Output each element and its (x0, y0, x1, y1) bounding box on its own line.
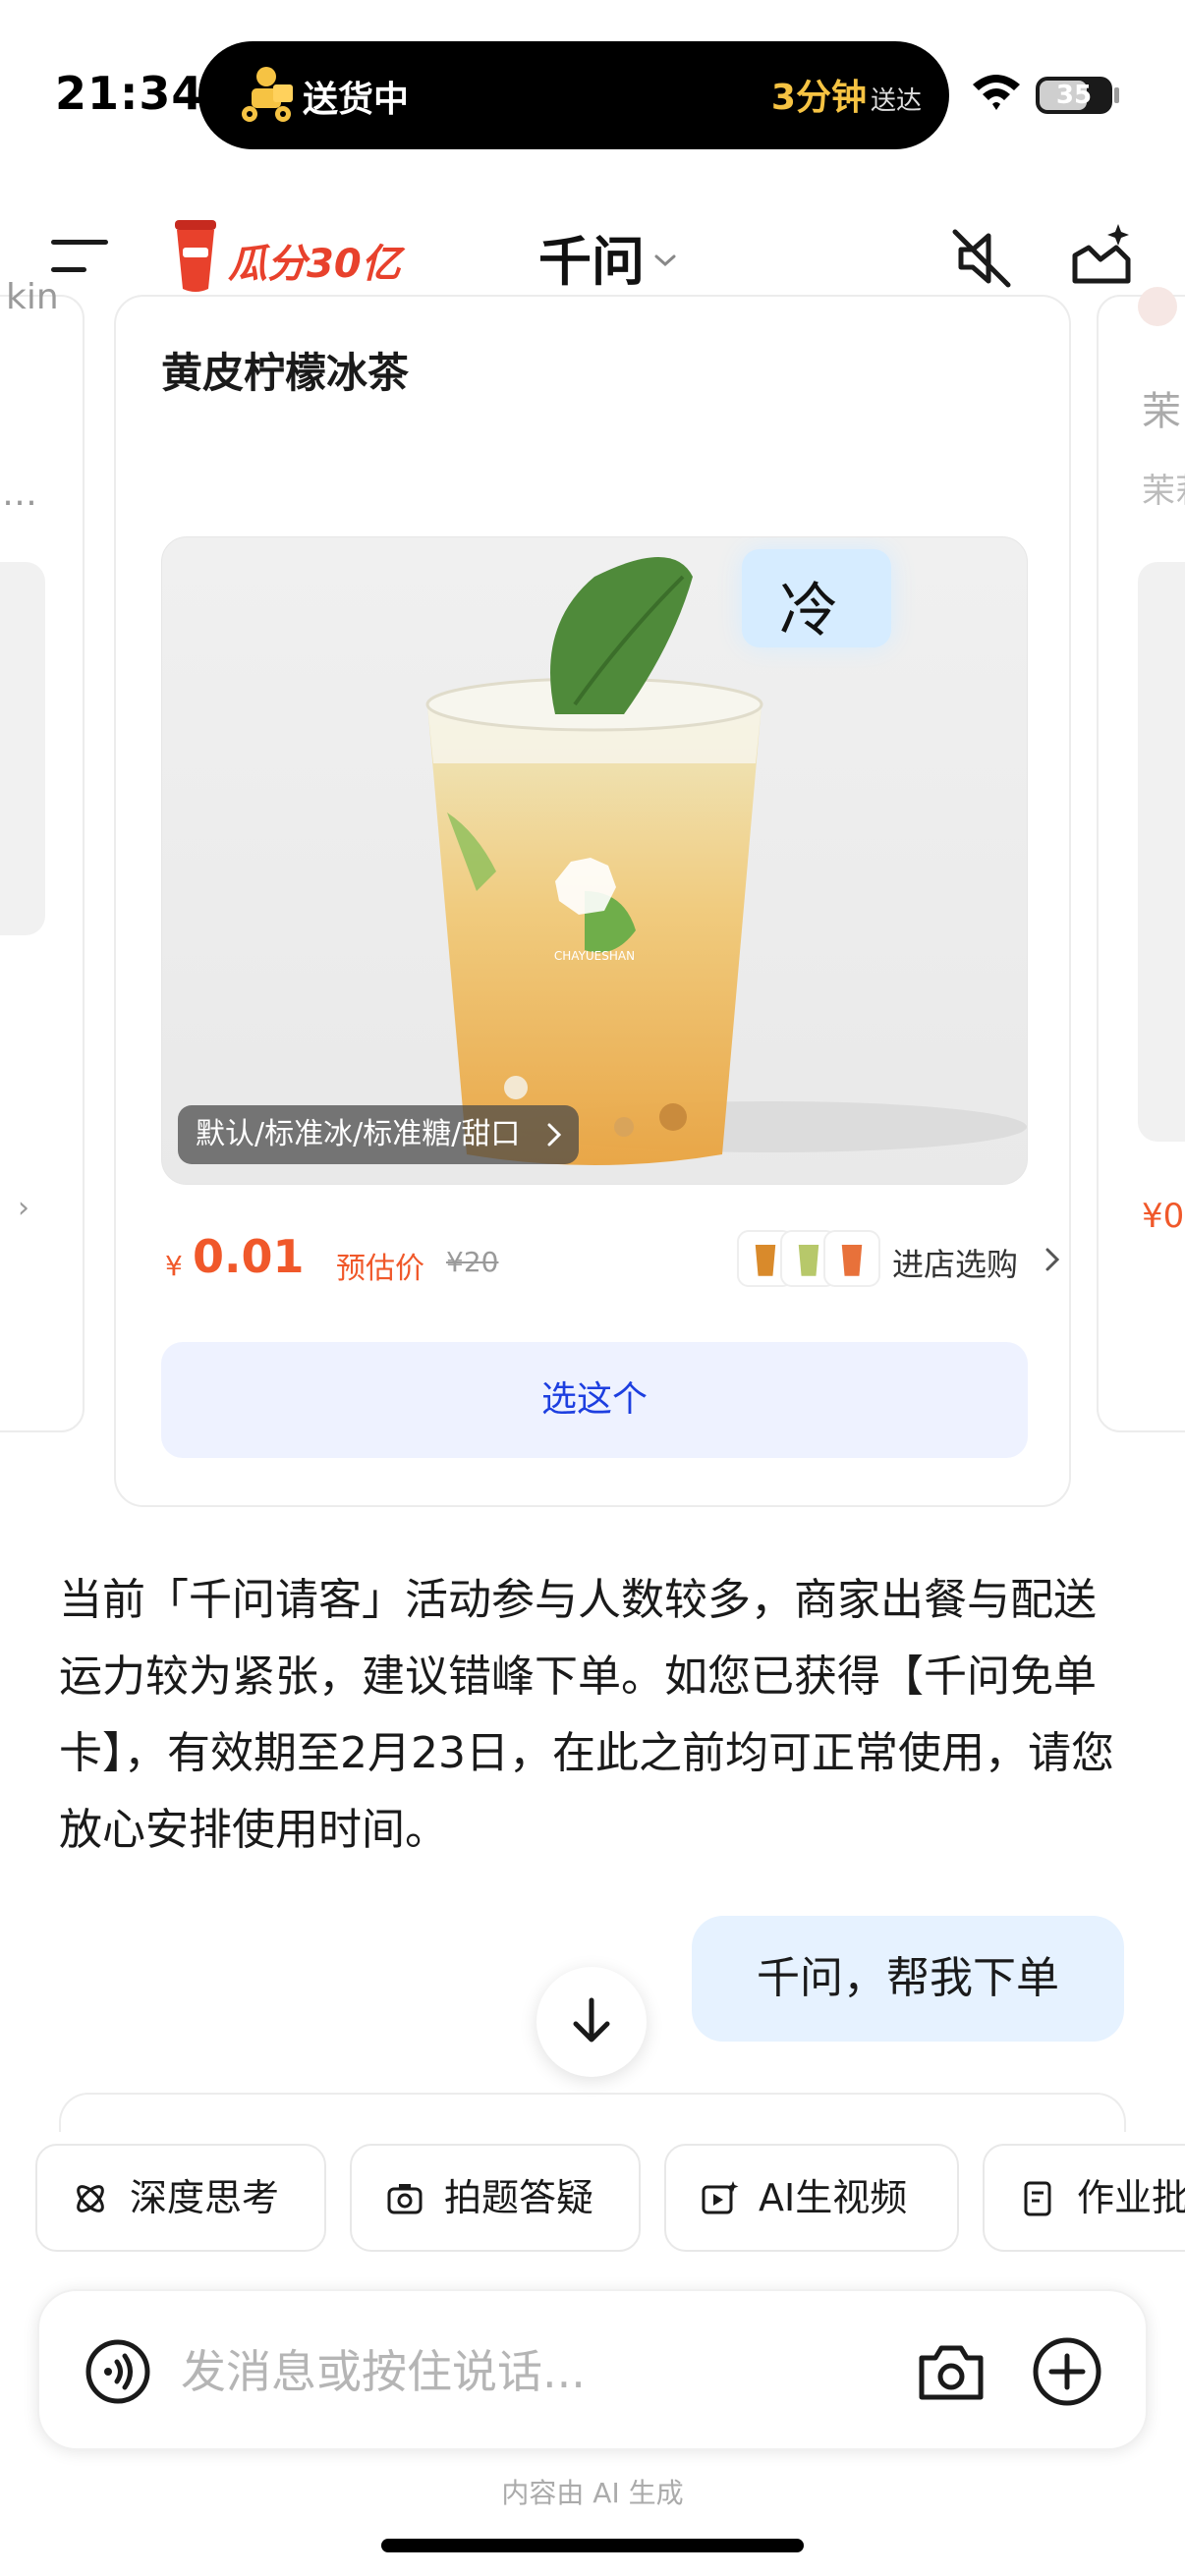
voice-icon[interactable] (85, 2338, 151, 2405)
prev-product-card[interactable]: kin … › (0, 277, 85, 1432)
island-eta-value: 3分钟 (770, 78, 867, 118)
next-card-title: 茉 (1142, 389, 1181, 434)
quick-action-bar: 深度思考 拍题答疑 AI生视频 作业批 (0, 2138, 1185, 2256)
arrow-down-icon (573, 1997, 610, 2043)
prev-card-chevron: › (18, 1191, 29, 1225)
battery-indicator: 35 (1036, 77, 1112, 114)
homework-icon (1024, 2181, 1051, 2216)
chevron-right-icon (1045, 1248, 1060, 1271)
chip-photo-question[interactable]: 拍题答疑 (350, 2144, 641, 2252)
battery-nub (1114, 87, 1119, 103)
mute-icon[interactable] (949, 226, 1014, 291)
next-card-thumb (1138, 287, 1177, 326)
ai-disclaimer: 内容由 AI 生成 (501, 2477, 684, 2509)
delivery-rider-icon (242, 67, 293, 122)
price-currency: ¥ (165, 1250, 183, 1282)
menu-icon[interactable] (51, 236, 112, 275)
store-thumbnails[interactable] (737, 1230, 884, 1289)
chevron-down-icon (654, 254, 676, 267)
product-card: 黄皮柠檬冰茶 CHAYUESHAN 冷 默认/标准冰/标准糖/甜口 ¥ 0.01… (114, 295, 1071, 1507)
product-image[interactable]: CHAYUESHAN 冷 默认/标准冰/标准糖/甜口 (161, 536, 1028, 1185)
chip-label: 作业批 (1077, 2176, 1185, 2219)
prev-card-ellipsis: … (2, 474, 37, 514)
store-thumb (823, 1230, 880, 1287)
status-bar: 21:34 送货中 3分钟 送达 35 (0, 0, 1185, 177)
dynamic-island[interactable]: 送货中 3分钟 送达 (198, 41, 949, 149)
cold-badge: 冷 (742, 549, 891, 647)
prev-card-image (0, 562, 45, 935)
prev-card-text: kin (6, 277, 59, 317)
next-message-card (59, 2093, 1126, 2132)
island-status: 送货中 (303, 80, 410, 120)
deep-think-icon (77, 2185, 104, 2212)
camera-icon[interactable] (916, 2340, 987, 2403)
chip-deep-think[interactable]: 深度思考 (35, 2144, 326, 2252)
spec-text: 默认/标准冰/标准糖/甜口 (196, 1117, 521, 1151)
video-icon (702, 2181, 739, 2214)
island-eta: 3分钟 送达 (771, 69, 922, 120)
scroll-to-bottom-button[interactable] (536, 1967, 647, 2077)
new-chat-icon[interactable] (1067, 220, 1136, 289)
chevron-right-icon (547, 1123, 562, 1147)
chip-label: 拍题答疑 (444, 2176, 594, 2219)
home-indicator[interactable] (381, 2539, 804, 2552)
wifi-icon (973, 75, 1020, 110)
next-card-image (1138, 562, 1185, 1142)
promo-cup-icon (175, 220, 216, 292)
plus-icon[interactable] (1032, 2336, 1102, 2407)
page-title: 千问 (538, 230, 645, 293)
cold-badge-text: 冷 (779, 577, 838, 645)
next-card-price: ¥0 (1142, 1197, 1185, 1236)
chip-homework[interactable]: 作业批 (983, 2144, 1185, 2252)
drink-illustration: CHAYUESHAN (425, 557, 1027, 1165)
price-value: 0.01 (193, 1230, 305, 1283)
store-link[interactable]: 进店选购 (892, 1240, 1018, 1285)
chip-ai-video[interactable]: AI生视频 (664, 2144, 959, 2252)
promo-label: 瓜分30亿 (228, 242, 401, 287)
choose-button[interactable]: 选这个 (161, 1342, 1028, 1458)
original-price: ¥20 (446, 1246, 499, 1278)
product-name: 黄皮柠檬冰茶 (161, 349, 410, 397)
composer (37, 2289, 1148, 2450)
cup-logo-text: CHAYUESHAN (554, 949, 635, 963)
island-eta-suffix: 送达 (870, 86, 922, 116)
next-product-card[interactable]: 茉 茉莉 ¥0 (1097, 287, 1185, 1432)
model-switcher[interactable]: 千问 (538, 222, 678, 293)
chip-label: AI生视频 (759, 2176, 908, 2219)
next-card-subtitle: 茉莉 (1142, 472, 1185, 511)
message-input[interactable] (181, 2330, 908, 2413)
camera-question-icon (387, 2184, 423, 2214)
price-tag: 预估价 (336, 1252, 424, 1286)
chip-label: 深度思考 (130, 2176, 280, 2219)
spec-selector[interactable]: 默认/标准冰/标准糖/甜口 (178, 1105, 580, 1164)
ai-message: 当前「千问请客」活动参与人数较多，商家出餐与配送运力较为紧张，建议错峰下单。如您… (59, 1575, 1114, 1855)
price-row: ¥ 0.01 预估价 ¥20 进店选购 (165, 1230, 1060, 1289)
status-time: 21:34 (55, 67, 204, 120)
user-message-bubble: 千问，帮我下单 (692, 1916, 1124, 2042)
battery-level: 35 (1055, 81, 1093, 110)
promo-banner[interactable]: 瓜分30亿 (171, 218, 407, 293)
